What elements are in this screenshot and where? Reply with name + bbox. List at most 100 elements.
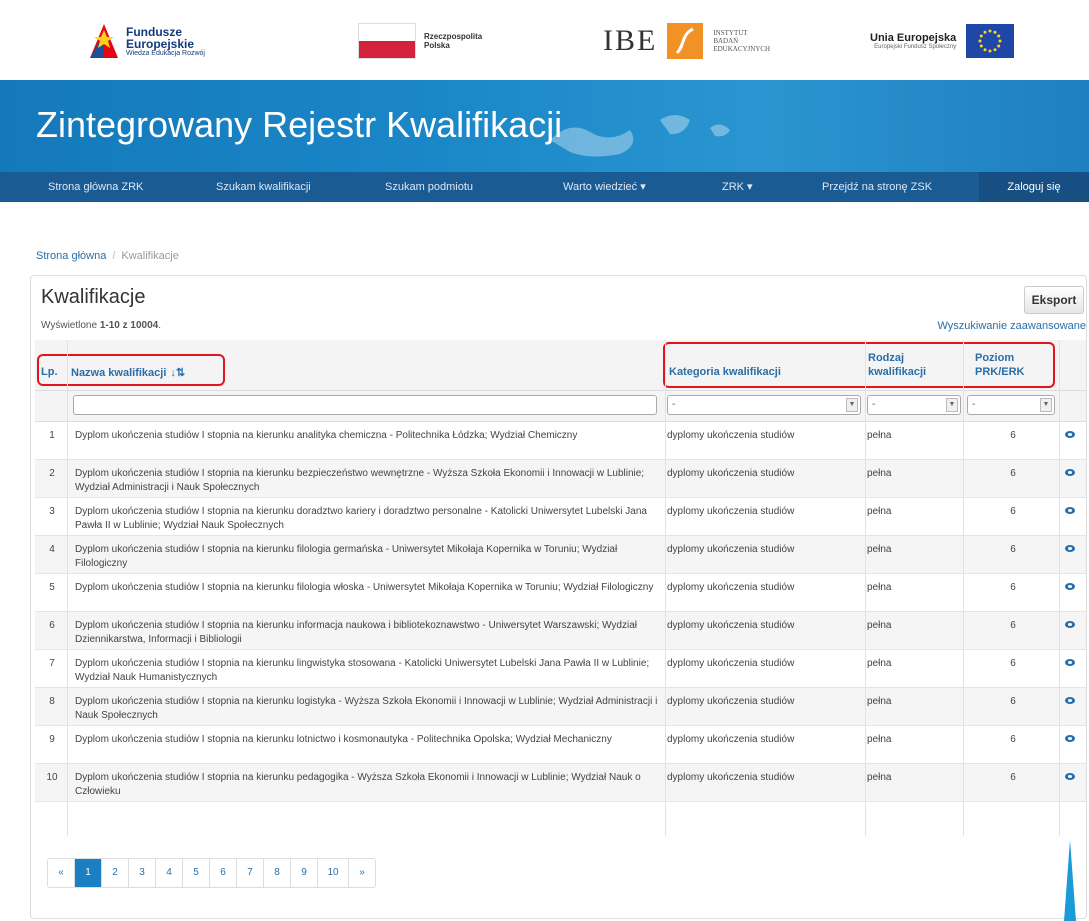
nav-item-search-qualifications[interactable]: Szukam kwalifikacji — [216, 172, 311, 202]
fe-line-2: Europejskie — [126, 36, 195, 51]
eye-icon[interactable] — [1065, 621, 1075, 628]
row-level: 6 — [1010, 658, 1016, 669]
eye-icon[interactable] — [1065, 431, 1075, 438]
level-filter-value: - — [972, 399, 976, 410]
eye-icon[interactable] — [1065, 583, 1075, 590]
pagination-prev[interactable]: « — [48, 859, 75, 887]
nav-item-zsk[interactable]: Przejdź na stronę ZSK — [822, 172, 932, 202]
fundusze-europejskie-logo: Fundusze Europejskie Wiedza Edukacja Roz… — [90, 18, 205, 64]
row-name: Dyplom ukończenia studiów I stopnia na k… — [75, 658, 650, 683]
row-name: Dyplom ukończenia studiów I stopnia na k… — [75, 468, 645, 493]
breadcrumb-separator: / — [112, 250, 116, 262]
eye-icon[interactable] — [1065, 735, 1075, 742]
page-title: Kwalifikacje — [41, 286, 146, 308]
column-divider — [963, 340, 964, 836]
qualifications-table: Lp. Nazwa kwalifikacji ↓⇅ Kategoria kwali… — [35, 340, 1086, 802]
row-type: pełna — [867, 734, 892, 745]
pagination-page-9[interactable]: 9 — [291, 859, 318, 887]
level-filter-select[interactable]: - ▼ — [967, 395, 1055, 415]
row-type: pełna — [867, 430, 892, 441]
row-type: pełna — [867, 468, 892, 479]
eye-icon[interactable] — [1065, 659, 1075, 666]
pagination-page-6[interactable]: 6 — [210, 859, 237, 887]
table-row[interactable]: 7 Dyplom ukończenia studiów I stopnia na … — [35, 650, 1086, 688]
table-row[interactable]: 4 Dyplom ukończenia studiów I stopnia na … — [35, 536, 1086, 574]
row-category: dyplomy ukończenia studiów — [667, 544, 795, 555]
rzeczpospolita-logo: Rzeczpospolita Polska — [358, 18, 482, 64]
table-row[interactable]: 5 Dyplom ukończenia studiów I stopnia na … — [35, 574, 1086, 612]
nav-item-search-entity[interactable]: Szukam podmiotu — [385, 172, 473, 202]
category-filter-value: - — [672, 399, 676, 410]
eye-icon[interactable] — [1065, 697, 1075, 704]
table-row[interactable]: 6 Dyplom ukończenia studiów I stopnia na … — [35, 612, 1086, 650]
pagination-page-5[interactable]: 5 — [183, 859, 210, 887]
row-name: Dyplom ukończenia studiów I stopnia na k… — [75, 582, 654, 593]
table-row[interactable]: 8 Dyplom ukończenia studiów I stopnia na … — [35, 688, 1086, 726]
table-row[interactable]: 1 Dyplom ukończenia studiów I stopnia na … — [35, 422, 1086, 460]
polish-flag-icon — [358, 23, 416, 59]
nav-item-home[interactable]: Strona główna ZRK — [48, 172, 143, 202]
results-count-suffix: . — [158, 320, 161, 331]
pagination-page-2[interactable]: 2 — [102, 859, 129, 887]
breadcrumb-home-link[interactable]: Strona główna — [36, 250, 106, 262]
eye-icon[interactable] — [1065, 545, 1075, 552]
nav-item-worth-knowing[interactable]: Warto wiedzieć ▾ — [563, 172, 646, 202]
row-name: Dyplom ukończenia studiów I stopnia na k… — [75, 620, 637, 645]
row-name: Dyplom ukończenia studiów I stopnia na k… — [75, 544, 618, 569]
logo-strip: Fundusze Europejskie Wiedza Edukacja Roz… — [0, 0, 1089, 80]
eye-icon[interactable] — [1065, 507, 1075, 514]
table-row[interactable]: 3 Dyplom ukończenia studiów I stopnia na … — [35, 498, 1086, 536]
results-count-range: 1-10 z 10004 — [99, 320, 159, 331]
export-button[interactable]: Eksport — [1024, 286, 1084, 314]
ibe-mark-icon — [667, 23, 704, 59]
column-divider — [865, 340, 866, 836]
chevron-down-icon[interactable]: ▼ — [946, 398, 958, 412]
fe-line-3: Wiedza Edukacja Rozwój — [126, 49, 205, 57]
results-count: Wyświetlone 1-10 z 10004. — [41, 320, 161, 331]
category-filter-select[interactable]: - ▼ — [667, 395, 861, 415]
pagination-page-4[interactable]: 4 — [156, 859, 183, 887]
row-category: dyplomy ukończenia studiów — [667, 620, 795, 631]
eu-flag-icon — [966, 24, 1015, 58]
ibe-logo: IBE INSTYTUT BADAŃ EDUKACYJNYCH — [603, 18, 770, 64]
table-row[interactable]: 10 Dyplom ukończenia studiów I stopnia na… — [35, 764, 1086, 802]
chevron-down-icon[interactable]: ▼ — [1040, 398, 1052, 412]
ibe-inst-line-3: EDUKACYJNYCH — [713, 45, 771, 53]
pagination-page-3[interactable]: 3 — [129, 859, 156, 887]
eye-icon[interactable] — [1065, 773, 1075, 780]
row-category: dyplomy ukończenia studiów — [667, 772, 795, 783]
column-divider — [1059, 340, 1060, 836]
pagination-page-10[interactable]: 10 — [318, 859, 349, 887]
column-divider — [67, 340, 68, 836]
type-filter-value: - — [872, 399, 876, 410]
rp-line-2: Polska — [424, 41, 450, 50]
nav-item-zrk[interactable]: ZRK ▾ — [722, 172, 753, 202]
fe-star-icon — [90, 24, 122, 58]
row-category: dyplomy ukończenia studiów — [667, 582, 795, 593]
row-level: 6 — [1010, 696, 1016, 707]
eye-icon[interactable] — [1065, 469, 1075, 476]
pagination-page-7[interactable]: 7 — [237, 859, 264, 887]
filter-row: - ▼ - ▼ - ▼ — [35, 391, 1086, 422]
table-row[interactable]: 9 Dyplom ukończenia studiów I stopnia na … — [35, 726, 1086, 764]
table-row[interactable]: 2 Dyplom ukończenia studiów I stopnia na … — [35, 460, 1086, 498]
row-level: 6 — [1010, 430, 1016, 441]
advanced-search-link[interactable]: Wyszukiwanie zaawansowane — [938, 320, 1086, 332]
login-link[interactable]: Zaloguj się — [979, 172, 1089, 202]
row-name: Dyplom ukończenia studiów I stopnia na k… — [75, 772, 641, 797]
row-name: Dyplom ukończenia studiów I stopnia na k… — [75, 430, 578, 441]
ibe-wordmark: IBE — [603, 24, 658, 57]
row-lp: 1 — [49, 430, 55, 441]
row-category: dyplomy ukończenia studiów — [667, 734, 795, 745]
site-banner: Zintegrowany Rejestr Kwalifikacji — [0, 80, 1089, 172]
type-filter-select[interactable]: - ▼ — [867, 395, 961, 415]
pagination-page-1[interactable]: 1 — [75, 859, 102, 887]
breadcrumb: Strona główna / Kwalifikacje — [36, 250, 179, 262]
highlight-box-name — [37, 354, 225, 386]
pagination-page-8[interactable]: 8 — [264, 859, 291, 887]
pagination-next[interactable]: » — [349, 859, 375, 887]
row-level: 6 — [1010, 544, 1016, 555]
chevron-down-icon[interactable]: ▼ — [846, 398, 858, 412]
rp-line-1: Rzeczpospolita — [424, 32, 483, 41]
name-filter-input[interactable] — [73, 395, 657, 415]
